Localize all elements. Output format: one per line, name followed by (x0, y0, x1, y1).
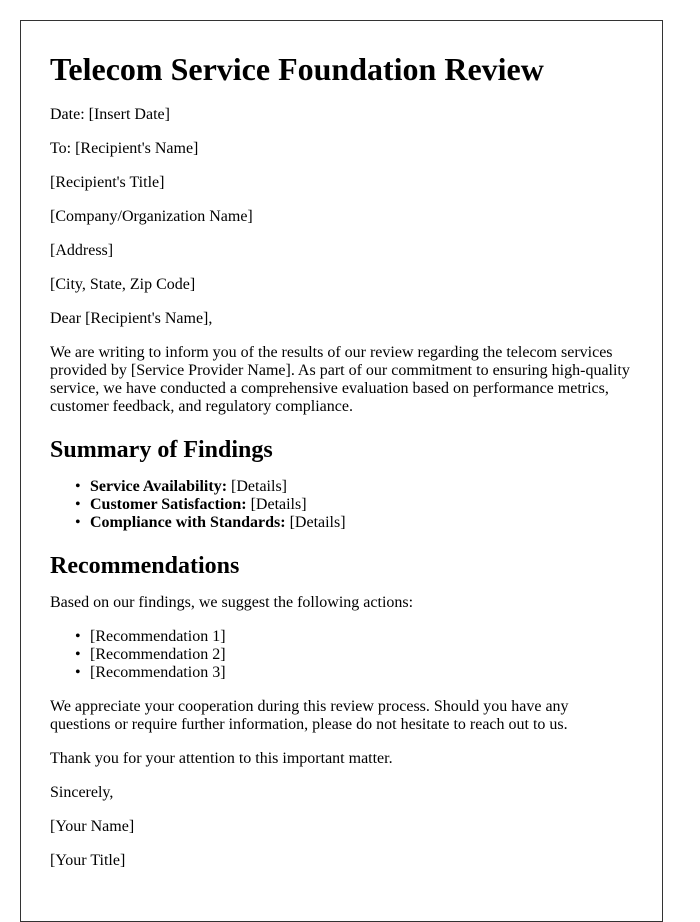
bullet-icon: • (75, 478, 81, 495)
signoff: Sincerely, (50, 784, 114, 801)
intro-paragraph: We are writing to inform you of the resu… (50, 344, 630, 415)
letter-container: Telecom Service Foundation Review Date: … (20, 20, 663, 922)
recommendation-item: • [Recommendation 2] (75, 646, 632, 664)
findings-item-value: [Details] (246, 496, 307, 513)
bullet-icon: • (75, 496, 81, 513)
salutation: Dear [Recipient's Name], (50, 310, 213, 327)
signature-title: [Your Title] (50, 852, 126, 869)
recommendation-item: • [Recommendation 1] (75, 628, 632, 646)
findings-list: • Service Availability: [Details] • Cust… (50, 478, 632, 532)
recommendation-text: [Recommendation 1] (90, 628, 226, 645)
date-line: Date: [Insert Date] (50, 106, 170, 123)
recipient-name-line: To: [Recipient's Name] (50, 140, 199, 157)
recommendation-text: [Recommendation 3] (90, 664, 226, 681)
thanks-line: Thank you for your attention to this imp… (50, 750, 393, 767)
signature-name: [Your Name] (50, 818, 135, 835)
findings-item-value: [Details] (227, 478, 287, 495)
recommendation-text: [Recommendation 2] (90, 646, 226, 663)
findings-item: • Compliance with Standards: [Details] (75, 514, 632, 532)
recommendations-list: • [Recommendation 1] • [Recommendation 2… (50, 628, 632, 682)
recommendations-heading: Recommendations (50, 553, 240, 579)
bullet-icon: • (75, 628, 81, 645)
document-title: Telecom Service Foundation Review (50, 51, 544, 87)
bullet-icon: • (75, 514, 81, 531)
recipient-title-line: [Recipient's Title] (50, 174, 165, 191)
findings-item: • Customer Satisfaction: [Details] (75, 496, 632, 514)
findings-item-label: Customer Satisfaction: (90, 496, 247, 513)
findings-item: • Service Availability: [Details] (75, 478, 632, 496)
closing-paragraph: We appreciate your cooperation during th… (50, 698, 569, 733)
bullet-icon: • (75, 646, 81, 663)
findings-item-label: Service Availability: (90, 478, 228, 495)
findings-item-label: Compliance with Standards: (90, 514, 286, 531)
city-state-zip-line: [City, State, Zip Code] (50, 276, 196, 293)
findings-item-value: [Details] (285, 514, 346, 531)
company-line: [Company/Organization Name] (50, 208, 253, 225)
findings-heading: Summary of Findings (50, 437, 273, 463)
address-line: [Address] (50, 242, 114, 259)
recommendations-intro: Based on our findings, we suggest the fo… (50, 594, 414, 611)
recommendation-item: • [Recommendation 3] (75, 664, 632, 682)
bullet-icon: • (75, 664, 81, 681)
